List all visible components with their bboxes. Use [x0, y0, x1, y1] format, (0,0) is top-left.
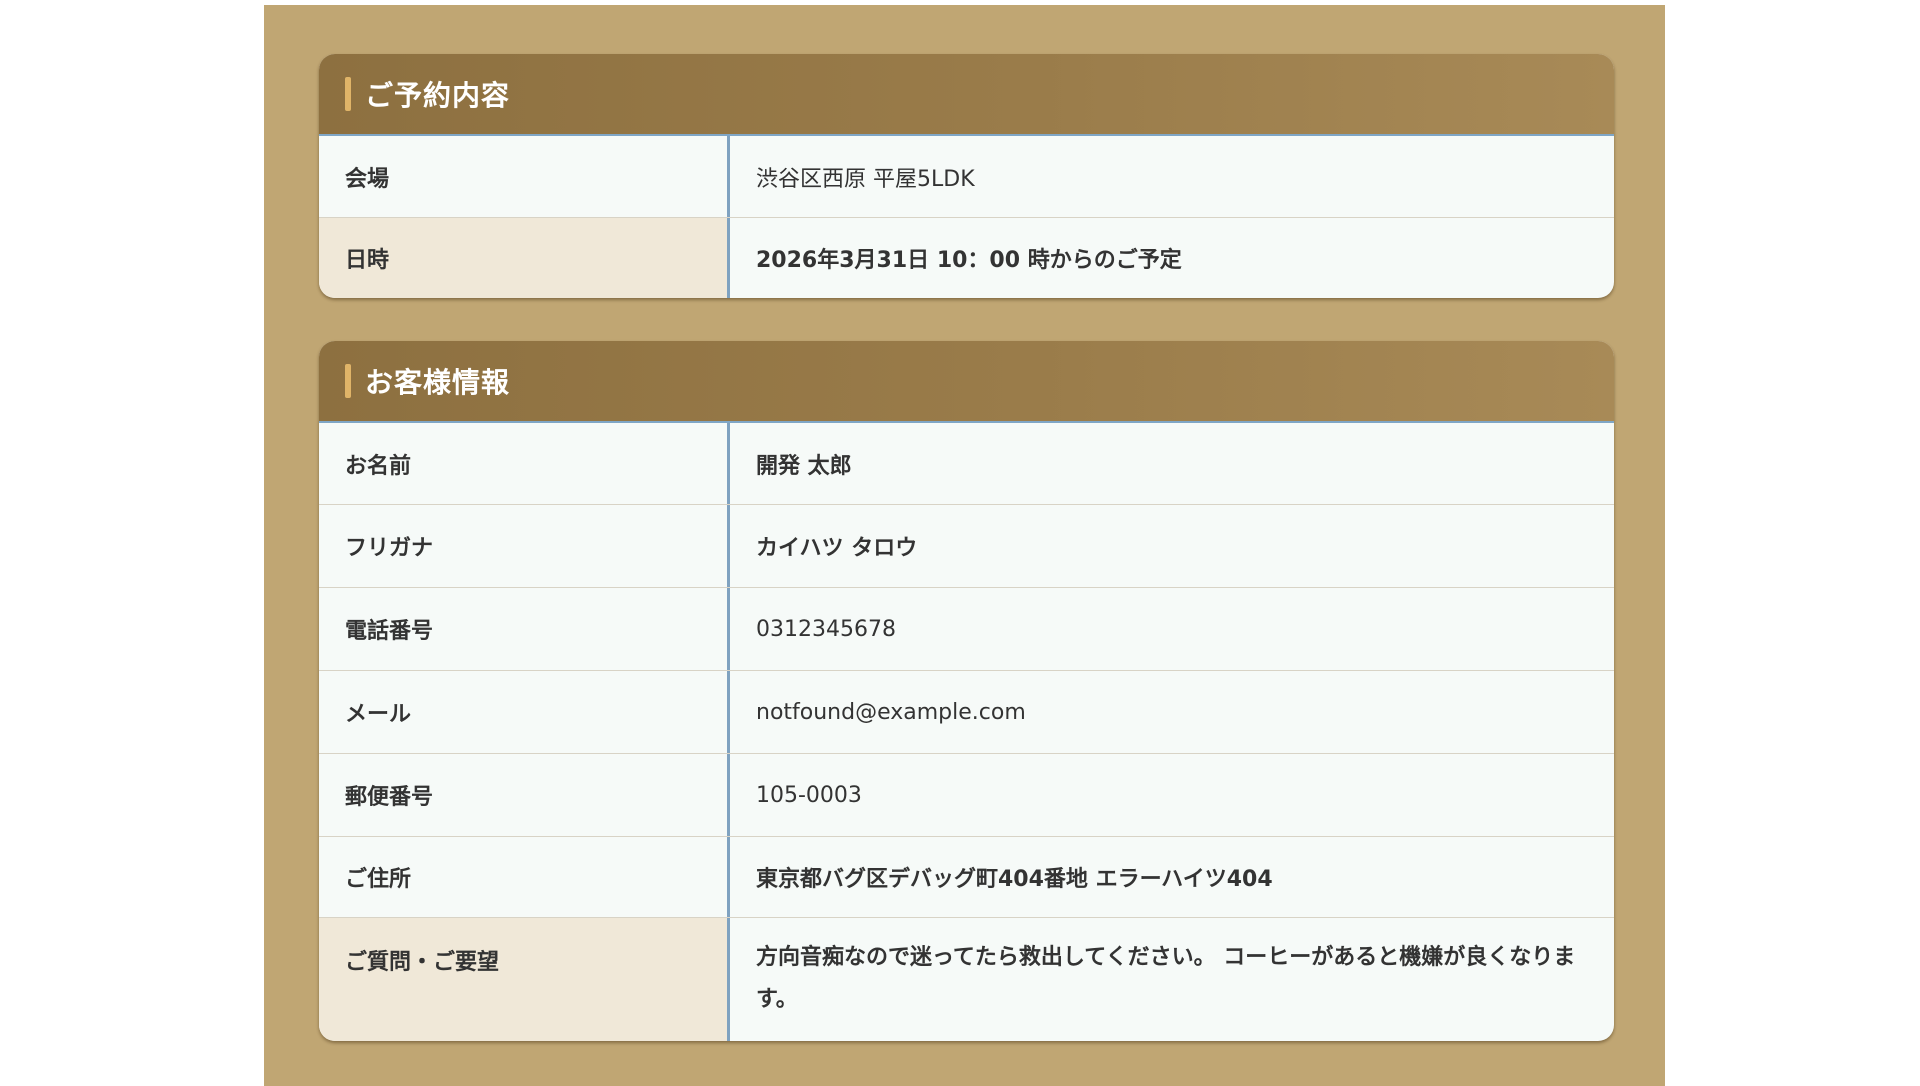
- email-value: notfound@example.com: [756, 699, 1026, 725]
- reservation-title: ご予約内容: [365, 79, 511, 112]
- datetime-value: 2026年3月31日 10：00 時からのご予定: [756, 248, 1182, 273]
- customer-row-address: ご住所 東京都バグ区デバッグ町404番地 エラーハイツ404: [319, 836, 1614, 917]
- name-value: 開発 太郎: [756, 453, 852, 479]
- phone-label: 電話番号: [319, 588, 730, 670]
- venue-value: 渋谷区西原 平屋5LDK: [756, 166, 975, 192]
- address-value: 東京都バグ区デバッグ町404番地 エラーハイツ404: [756, 867, 1273, 892]
- page-frame: ご予約内容 会場 渋谷区西原 平屋5LDK 日時 2026年3月31日 10：0…: [264, 5, 1665, 1086]
- customer-row-name: お名前 開発 太郎: [319, 423, 1614, 504]
- postal-label: 郵便番号: [319, 754, 730, 836]
- customer-row-furigana: フリガナ カイハツ タロウ: [319, 504, 1614, 587]
- customer-row-postal: 郵便番号 105-0003: [319, 753, 1614, 836]
- customer-card-header: お客様情報: [319, 341, 1614, 423]
- header-accent-bar: [345, 77, 351, 111]
- datetime-label: 日時: [319, 218, 730, 298]
- postal-value: 105-0003: [756, 782, 862, 808]
- phone-value: 0312345678: [756, 616, 896, 642]
- reservation-card-header: ご予約内容: [319, 54, 1614, 136]
- furigana-value: カイハツ タロウ: [756, 536, 918, 561]
- email-label: メール: [319, 671, 730, 753]
- reservation-card: ご予約内容 会場 渋谷区西原 平屋5LDK 日時 2026年3月31日 10：0…: [319, 54, 1614, 298]
- customer-card: お客様情報 お名前 開発 太郎 フリガナ カイハツ タロウ 電話番号 03123…: [319, 341, 1614, 1041]
- requests-value: 方向音痴なので迷ってたら救出してください。 コーヒーがあると機嫌が良くなります。: [756, 945, 1576, 1012]
- address-label: ご住所: [319, 837, 730, 917]
- venue-label: 会場: [319, 136, 730, 217]
- customer-row-phone: 電話番号 0312345678: [319, 587, 1614, 670]
- customer-title: お客様情報: [365, 366, 511, 399]
- reservation-row-datetime: 日時 2026年3月31日 10：00 時からのご予定: [319, 217, 1614, 298]
- header-accent-bar: [345, 364, 351, 398]
- customer-row-email: メール notfound@example.com: [319, 670, 1614, 753]
- name-label: お名前: [319, 423, 730, 504]
- reservation-row-venue: 会場 渋谷区西原 平屋5LDK: [319, 136, 1614, 217]
- furigana-label: フリガナ: [319, 505, 730, 587]
- customer-row-requests: ご質問・ご要望 方向音痴なので迷ってたら救出してください。 コーヒーがあると機嫌…: [319, 917, 1614, 1041]
- requests-label: ご質問・ご要望: [319, 918, 730, 1041]
